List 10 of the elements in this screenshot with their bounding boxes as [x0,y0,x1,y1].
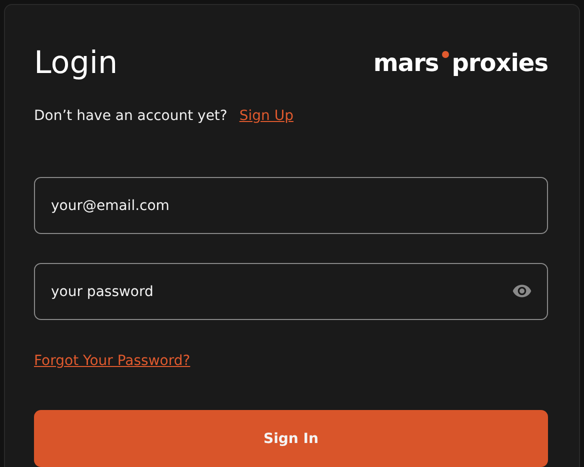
logo-dot-icon [442,51,449,58]
email-field[interactable]: your@email.com [34,177,548,234]
signup-prompt: Don’t have an account yet? [34,108,228,124]
signup-link[interactable]: Sign Up [239,108,294,124]
forgot-password-link[interactable]: Forgot Your Password? [34,353,190,369]
login-title: Login [34,45,118,81]
logo-text: mars [373,49,439,77]
logo-text: proxies [452,49,548,77]
password-field[interactable]: your password [34,263,548,320]
sign-in-button[interactable]: Sign In [34,410,548,467]
